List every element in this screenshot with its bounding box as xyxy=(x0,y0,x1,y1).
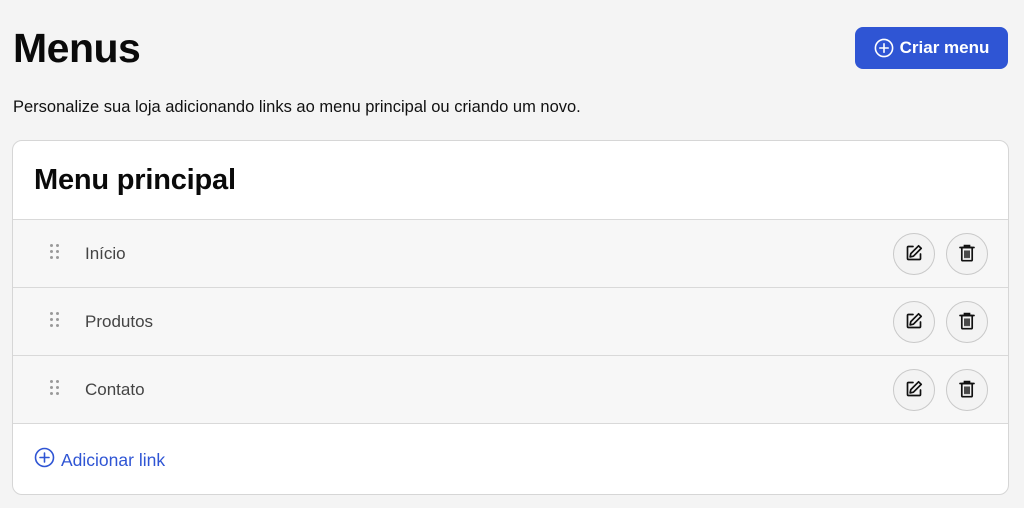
edit-item-button[interactable] xyxy=(893,301,935,343)
delete-item-button[interactable] xyxy=(946,369,988,411)
delete-item-button[interactable] xyxy=(946,233,988,275)
edit-item-button[interactable] xyxy=(893,369,935,411)
edit-icon xyxy=(904,379,924,402)
drag-handle-icon[interactable] xyxy=(50,312,60,328)
plus-circle-icon xyxy=(34,447,55,473)
add-link-label: Adicionar link xyxy=(61,449,166,470)
create-menu-label: Criar menu xyxy=(899,38,990,57)
menu-item-label: Produtos xyxy=(85,311,154,331)
plus-circle-icon xyxy=(874,38,894,58)
menu-card: Menu principal Início Produtos Contato A… xyxy=(12,140,1009,495)
menu-item-row: Contato xyxy=(13,356,1008,424)
menu-item-row: Início xyxy=(13,220,1008,288)
drag-handle-icon[interactable] xyxy=(50,244,60,260)
page-title: Menus xyxy=(13,25,141,71)
page-subtitle: Personalize sua loja adicionando links a… xyxy=(13,98,581,116)
create-menu-button[interactable]: Criar menu xyxy=(855,27,1008,69)
add-link-button[interactable]: Adicionar link xyxy=(34,447,165,473)
menu-item-row: Produtos xyxy=(13,288,1008,356)
menu-card-header: Menu principal xyxy=(13,141,1008,220)
trash-icon xyxy=(958,243,976,266)
edit-icon xyxy=(904,243,924,266)
menus-page: Menus Criar menu Personalize sua loja ad… xyxy=(0,0,1024,508)
menu-item-label: Início xyxy=(85,243,126,263)
trash-icon xyxy=(958,379,976,402)
menu-title: Menu principal xyxy=(34,163,236,196)
trash-icon xyxy=(958,311,976,334)
edit-item-button[interactable] xyxy=(893,233,935,275)
drag-handle-icon[interactable] xyxy=(50,380,60,396)
edit-icon xyxy=(904,311,924,334)
delete-item-button[interactable] xyxy=(946,301,988,343)
menu-item-label: Contato xyxy=(85,379,145,399)
